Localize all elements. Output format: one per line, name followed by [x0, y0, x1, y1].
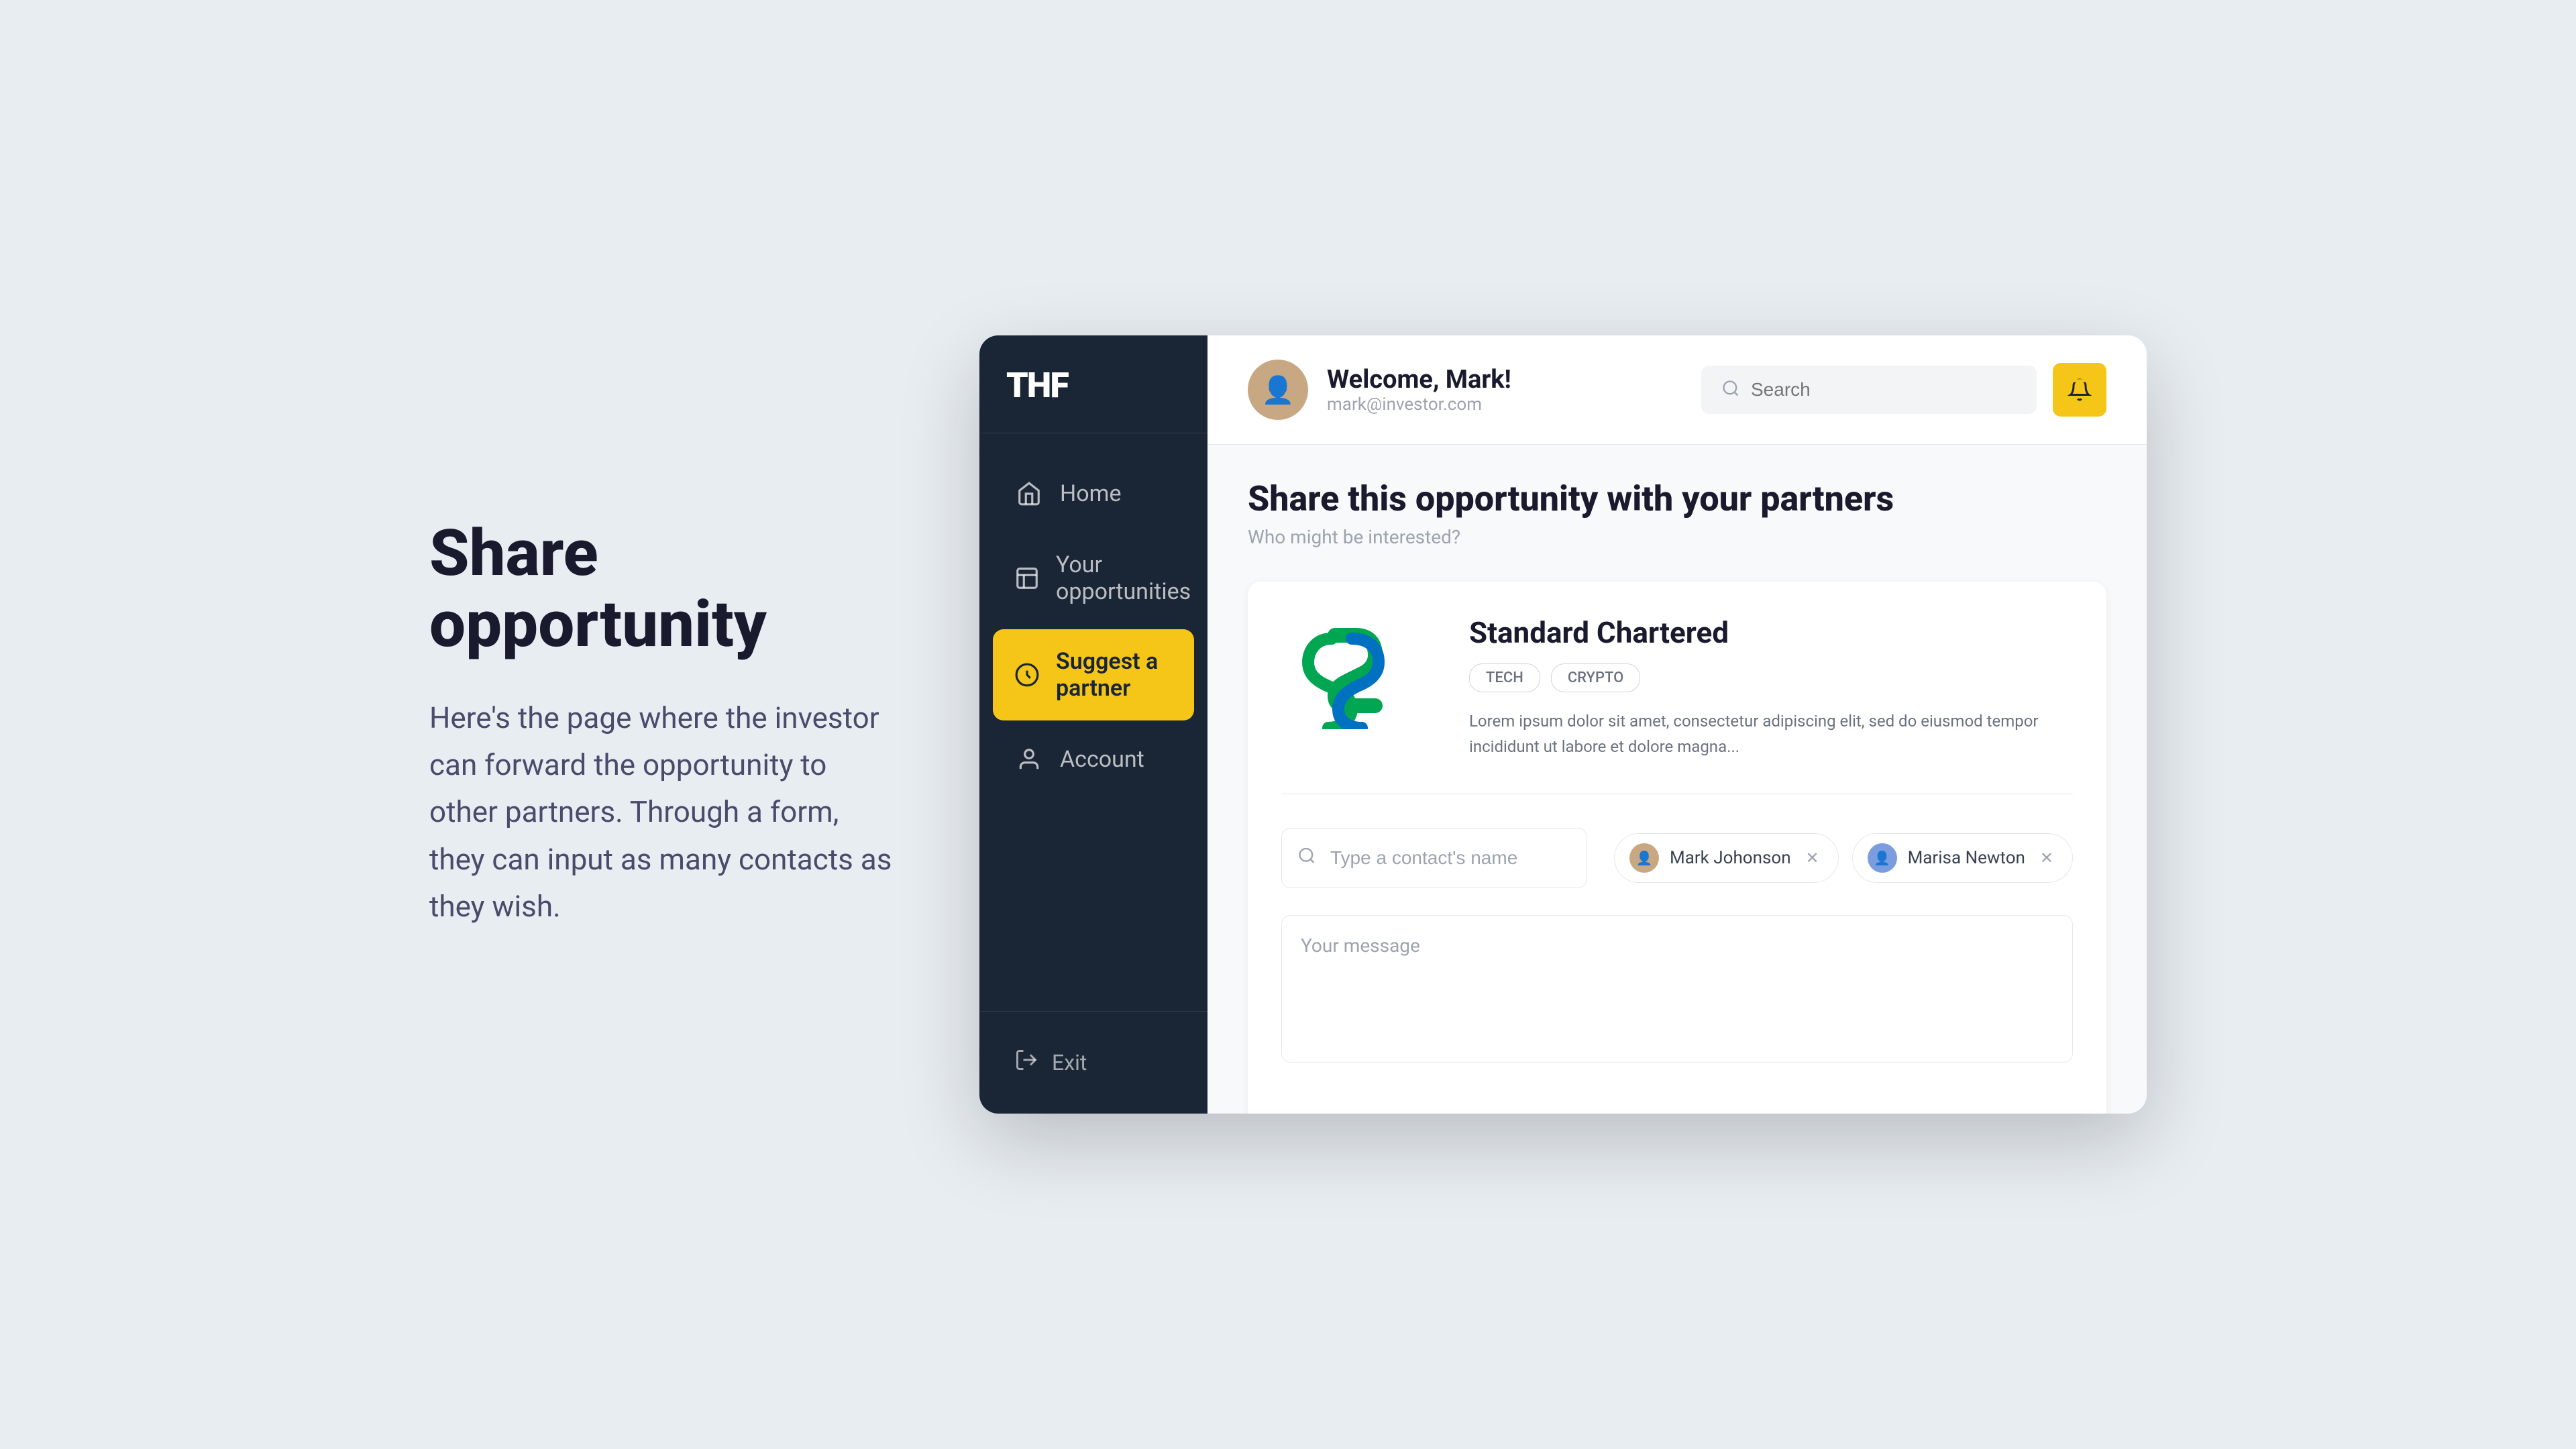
remove-contact-1[interactable]: ✕ — [1802, 847, 1823, 869]
notification-button[interactable] — [2053, 363, 2106, 417]
exit-icon — [1014, 1048, 1038, 1077]
contact-name-1: Mark Johonson — [1670, 848, 1791, 868]
contact-input-wrapper[interactable] — [1281, 828, 1587, 888]
sidebar-item-opportunities-label: Your opportunities — [1056, 551, 1191, 605]
search-input[interactable] — [1751, 379, 2017, 400]
contact-avatar-1: 👤 — [1629, 843, 1659, 873]
opportunities-icon — [1014, 564, 1040, 593]
left-title: Share opportunity — [429, 519, 899, 660]
contact-tag-2: 👤 Marisa Newton ✕ — [1852, 833, 2073, 883]
logo-text: THF — [1006, 365, 1181, 406]
user-text: Welcome, Mark! mark@investor.com — [1327, 365, 1511, 415]
header-right — [1701, 363, 2106, 417]
account-icon — [1014, 745, 1044, 774]
suggest-icon — [1014, 660, 1040, 690]
tag-crypto: CRYPTO — [1551, 663, 1640, 692]
sidebar-item-account-label: Account — [1060, 746, 1144, 773]
welcome-text: Welcome, Mark! — [1327, 365, 1511, 394]
sidebar-item-suggest-label: Suggest a partner — [1056, 648, 1173, 702]
company-logo: standard chartered — [1281, 615, 1429, 736]
app-window: THF Home — [979, 335, 2147, 1114]
selected-contacts: 👤 Mark Johonson ✕ 👤 Marisa Newton ✕ — [1614, 828, 2073, 888]
home-icon — [1014, 479, 1044, 508]
message-textarea[interactable] — [1281, 915, 2073, 1063]
company-name: Standard Chartered — [1469, 615, 2073, 650]
sidebar-item-home-label: Home — [1060, 480, 1122, 507]
contact-name-2: Marisa Newton — [1908, 848, 2025, 868]
sidebar-footer: Exit — [979, 1011, 1208, 1114]
search-icon — [1721, 379, 1740, 400]
form-section: 👤 Mark Johonson ✕ 👤 Marisa Newton ✕ — [1281, 828, 2073, 888]
header: 👤 Welcome, Mark! mark@investor.com — [1208, 335, 2147, 445]
remove-contact-2[interactable]: ✕ — [2036, 847, 2057, 869]
search-bar[interactable] — [1701, 366, 2037, 414]
exit-button[interactable]: Exit — [993, 1032, 1194, 1093]
left-panel: Share opportunity Here's the page where … — [429, 519, 899, 930]
contact-search-icon — [1297, 846, 1316, 869]
sidebar: THF Home — [979, 335, 1208, 1114]
contact-name-input[interactable] — [1281, 828, 1587, 888]
sidebar-nav: Home Your opportunities — [979, 433, 1208, 1011]
page-subtitle: Who might be interested? — [1248, 526, 2106, 548]
main-card: standard chartered Standard Chartered TE… — [1248, 582, 2106, 1114]
exit-label: Exit — [1052, 1050, 1087, 1075]
left-description: Here's the page where the investor can f… — [429, 694, 899, 930]
main-content: 👤 Welcome, Mark! mark@investor.com — [1208, 335, 2147, 1114]
company-details: Standard Chartered TECH CRYPTO Lorem ips… — [1469, 615, 2073, 760]
avatar: 👤 — [1248, 360, 1308, 420]
sidebar-item-suggest[interactable]: Suggest a partner — [993, 629, 1194, 720]
message-wrapper[interactable] — [1281, 915, 2073, 1092]
sidebar-item-account[interactable]: Account — [993, 726, 1194, 793]
company-description: Lorem ipsum dolor sit amet, consectetur … — [1469, 708, 2073, 760]
contact-avatar-2: 👤 — [1868, 843, 1897, 873]
sidebar-logo: THF — [979, 335, 1208, 433]
content-area: Share this opportunity with your partner… — [1208, 445, 2147, 1114]
user-email: mark@investor.com — [1327, 394, 1511, 415]
page-title: Share this opportunity with your partner… — [1248, 478, 2106, 519]
contact-tag-1: 👤 Mark Johonson ✕ — [1614, 833, 1839, 883]
user-info: 👤 Welcome, Mark! mark@investor.com — [1248, 360, 1511, 420]
tag-tech: TECH — [1469, 663, 1540, 692]
sidebar-item-opportunities[interactable]: Your opportunities — [993, 533, 1194, 624]
company-tags: TECH CRYPTO — [1469, 663, 2073, 692]
sidebar-item-home[interactable]: Home — [993, 460, 1194, 527]
company-section: standard chartered Standard Chartered TE… — [1281, 615, 2073, 794]
